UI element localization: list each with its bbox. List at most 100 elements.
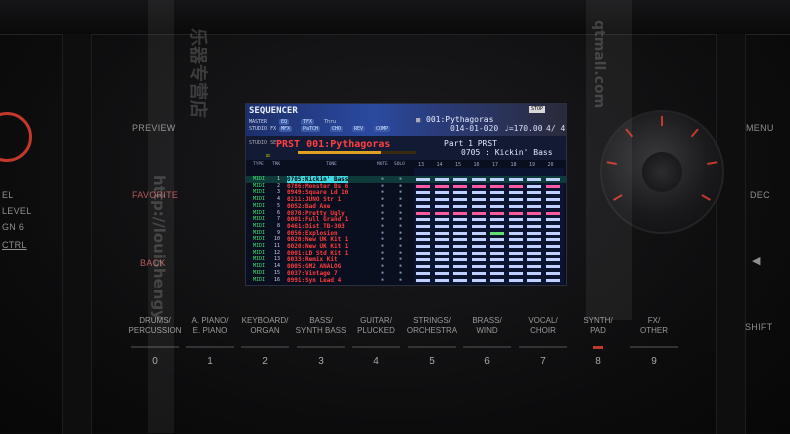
pattern-cell[interactable] <box>453 224 467 228</box>
pattern-cell[interactable] <box>416 224 430 228</box>
pattern-cell[interactable] <box>545 258 560 262</box>
pattern-cell[interactable] <box>545 211 560 215</box>
pattern-cell[interactable] <box>545 224 560 228</box>
pattern-cell[interactable] <box>508 271 523 275</box>
pattern-cell[interactable] <box>434 211 449 215</box>
studiofx-comp-toggle[interactable]: COMP <box>374 126 391 132</box>
pattern-cell[interactable] <box>471 211 486 215</box>
pattern-cell[interactable] <box>453 278 467 282</box>
pattern-cell[interactable] <box>508 184 523 188</box>
master-eq-toggle[interactable]: EQ <box>279 119 290 125</box>
pattern-cell[interactable] <box>545 231 560 235</box>
pattern-cell[interactable] <box>416 184 430 188</box>
pattern-cell[interactable] <box>416 178 430 181</box>
pattern-cell[interactable] <box>508 211 523 215</box>
pattern-cell[interactable] <box>434 271 449 275</box>
pattern-cell[interactable] <box>453 238 467 242</box>
category-button-5[interactable]: 5 <box>422 356 442 367</box>
pattern-cell[interactable] <box>471 224 486 228</box>
category-button-1[interactable]: 1 <box>200 356 220 367</box>
category-button-7[interactable]: 7 <box>533 356 553 367</box>
pattern-cell[interactable] <box>527 271 541 275</box>
pattern-cell[interactable] <box>490 238 504 242</box>
pattern-cell[interactable] <box>508 191 523 195</box>
stop-button[interactable]: STOP <box>529 106 546 113</box>
pattern-cell[interactable] <box>453 258 467 262</box>
pattern-cell[interactable] <box>416 265 430 269</box>
pattern-cell[interactable] <box>527 218 541 222</box>
pattern-cell[interactable] <box>434 278 449 282</box>
pattern-cell[interactable] <box>490 224 504 228</box>
pattern-cell[interactable] <box>471 238 486 242</box>
pattern-cell[interactable] <box>490 191 504 195</box>
pattern-cell[interactable] <box>471 245 486 248</box>
pattern-cell[interactable] <box>434 231 449 235</box>
pattern-cell[interactable] <box>527 245 541 248</box>
pattern-cell[interactable] <box>527 224 541 228</box>
pattern-cell[interactable] <box>453 184 467 188</box>
pattern-cell[interactable] <box>453 251 467 255</box>
pattern-cell[interactable] <box>508 178 523 181</box>
pattern-cell[interactable] <box>490 211 504 215</box>
pattern-cell[interactable] <box>508 278 523 282</box>
pattern-cell[interactable] <box>453 178 467 181</box>
pattern-cell[interactable] <box>490 231 504 235</box>
pattern-cell[interactable] <box>490 265 504 269</box>
pattern-cell[interactable] <box>508 198 523 202</box>
pattern-cell[interactable] <box>434 178 449 181</box>
pattern-cell[interactable] <box>416 204 430 208</box>
pattern-cell[interactable] <box>453 211 467 215</box>
pattern-cell[interactable] <box>453 218 467 222</box>
menu-button[interactable]: MENU <box>746 123 774 133</box>
left-arrow-icon[interactable]: ◀ <box>752 254 761 267</box>
pattern-cell[interactable] <box>416 231 430 235</box>
pattern-cell[interactable] <box>434 191 449 195</box>
pattern-cell[interactable] <box>416 218 430 222</box>
category-button-9[interactable]: 9 <box>644 356 664 367</box>
pattern-cell[interactable] <box>471 278 486 282</box>
pattern-cell[interactable] <box>545 218 560 222</box>
studiofx-cho-toggle[interactable]: CHO <box>330 126 344 132</box>
pattern-cell[interactable] <box>545 238 560 242</box>
track-row[interactable]: MIDI 16 0991:Syn Lead 4 ▪ ▪ <box>246 277 566 284</box>
pattern-cell[interactable] <box>416 251 430 255</box>
pattern-cell[interactable] <box>453 231 467 235</box>
pattern-cell[interactable] <box>545 178 560 181</box>
shift-button[interactable]: SHIFT <box>745 322 773 332</box>
pattern-cell[interactable] <box>453 204 467 208</box>
pattern-cell[interactable] <box>434 238 449 242</box>
pattern-cell[interactable] <box>508 238 523 242</box>
pattern-cell[interactable] <box>527 231 541 235</box>
pattern-cell[interactable] <box>434 198 449 202</box>
pattern-cell[interactable] <box>471 271 486 275</box>
dec-button[interactable]: DEC <box>750 190 770 200</box>
pattern-cell[interactable] <box>471 218 486 222</box>
pattern-cell[interactable] <box>508 231 523 235</box>
pattern-cell[interactable] <box>490 198 504 202</box>
pattern-cell[interactable] <box>453 191 467 195</box>
pattern-cell[interactable] <box>508 245 523 248</box>
pattern-cell[interactable] <box>527 184 541 188</box>
pattern-cell[interactable] <box>416 271 430 275</box>
pattern-cell[interactable] <box>508 218 523 222</box>
pattern-cell[interactable] <box>471 258 486 262</box>
pattern-cell[interactable] <box>434 218 449 222</box>
pattern-cell[interactable] <box>545 251 560 255</box>
pattern-cell[interactable] <box>490 258 504 262</box>
pattern-cell[interactable] <box>545 245 560 248</box>
pattern-cell[interactable] <box>490 178 504 181</box>
pattern-cell[interactable] <box>527 251 541 255</box>
category-button-8[interactable]: 8 <box>588 356 608 367</box>
pattern-cell[interactable] <box>453 271 467 275</box>
pattern-cell[interactable] <box>416 191 430 195</box>
pattern-cell[interactable] <box>416 258 430 262</box>
pattern-cell[interactable] <box>527 278 541 282</box>
pattern-cell[interactable] <box>490 245 504 248</box>
studiofx-patch-toggle[interactable]: PaTCH <box>301 126 321 132</box>
pattern-cell[interactable] <box>471 251 486 255</box>
pattern-cell[interactable] <box>508 251 523 255</box>
pattern-cell[interactable] <box>471 198 486 202</box>
pattern-cell[interactable] <box>416 278 430 282</box>
pattern-cell[interactable] <box>508 258 523 262</box>
pattern-cell[interactable] <box>527 238 541 242</box>
